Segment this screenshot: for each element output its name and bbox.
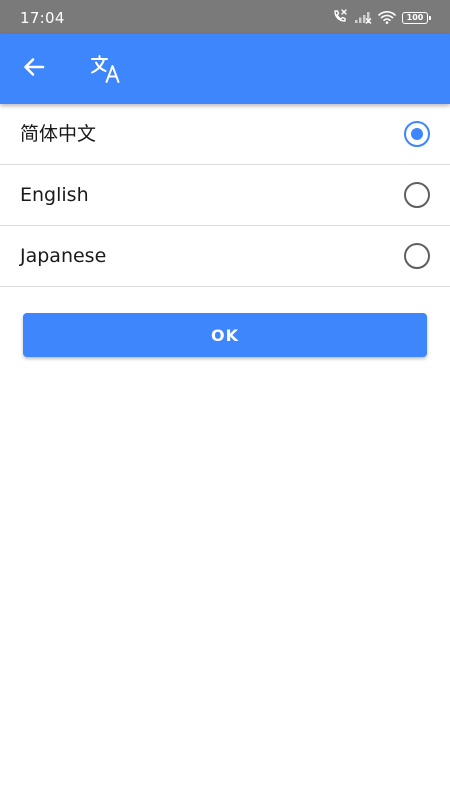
language-option-english[interactable]: English <box>0 165 450 226</box>
status-icons: 100 <box>332 8 431 28</box>
cellular-signal-off-icon <box>354 9 372 28</box>
language-label: English <box>20 184 89 206</box>
radio-button[interactable] <box>404 243 430 269</box>
radio-button-selected[interactable] <box>404 121 430 147</box>
status-time: 17:04 <box>20 9 65 27</box>
back-button[interactable] <box>14 49 54 89</box>
wifi-icon <box>378 9 396 28</box>
language-list: 简体中文 English Japanese <box>0 104 450 287</box>
battery-icon: 100 <box>402 12 431 24</box>
language-label: 简体中文 <box>20 123 97 145</box>
status-bar: 17:04 100 <box>0 0 450 34</box>
call-missed-icon <box>332 8 348 28</box>
language-label: Japanese <box>20 245 107 267</box>
ok-button[interactable]: OK <box>23 313 427 357</box>
battery-level: 100 <box>406 13 424 22</box>
translate-icon <box>88 51 124 87</box>
back-arrow-icon <box>21 54 47 84</box>
language-option-japanese[interactable]: Japanese <box>0 226 450 287</box>
language-option-simplified-chinese[interactable]: 简体中文 <box>0 104 450 165</box>
app-bar <box>0 34 450 104</box>
radio-button[interactable] <box>404 182 430 208</box>
